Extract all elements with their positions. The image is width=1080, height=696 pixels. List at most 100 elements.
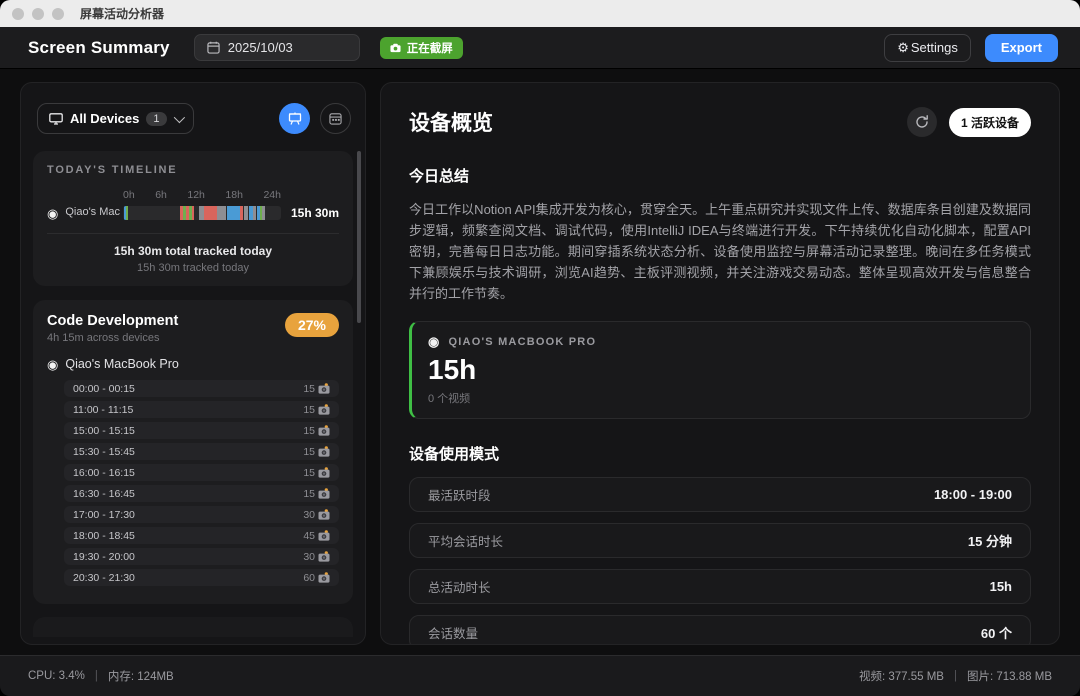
- session-time-range: 15:00 - 15:15: [73, 425, 135, 437]
- session-row[interactable]: 15:00 - 15:15 15: [64, 422, 339, 439]
- content-area: All Devices 1 TODAY'S TIMELINE: [0, 69, 1080, 645]
- session-minutes: 15: [303, 467, 315, 479]
- hour-label: 0h: [123, 189, 135, 201]
- gear-icon: ⚙: [897, 40, 909, 56]
- timeline-device-name: Qiao's Mac: [65, 206, 120, 220]
- stat-label: 会话数量: [428, 623, 478, 642]
- recording-status-badge: 正在截屏: [380, 37, 463, 59]
- refresh-icon: [915, 115, 929, 129]
- minimize-window-icon[interactable]: [32, 8, 44, 20]
- active-devices-badge: 1 活跃设备: [949, 108, 1031, 137]
- session-row[interactable]: 16:30 - 16:45 15: [64, 485, 339, 502]
- session-time-range: 18:00 - 18:45: [73, 530, 135, 542]
- zoom-window-icon[interactable]: [52, 8, 64, 20]
- sidebar-scrollbar[interactable]: [357, 151, 361, 323]
- app-window: 屏幕活动分析器 Screen Summary 2025/10/03 正在截屏 ⚙…: [0, 0, 1080, 696]
- device-card-name: QIAO'S MACBOOK PRO: [449, 336, 597, 348]
- date-picker[interactable]: 2025/10/03: [194, 34, 360, 61]
- settings-button[interactable]: ⚙Settings: [884, 34, 971, 62]
- session-row[interactable]: 15:30 - 15:45 15: [64, 443, 339, 460]
- session-time-range: 11:00 - 11:15: [73, 404, 133, 416]
- camera-icon: [318, 446, 330, 457]
- footer-separator: |: [954, 670, 957, 682]
- timeline-segment: [217, 206, 226, 220]
- device-card-videos: 0 个视频: [428, 390, 1014, 406]
- image-storage: 图片: 713.88 MB: [967, 668, 1052, 684]
- device-count-badge: 1: [146, 112, 166, 126]
- device-card-hours: 15h: [428, 354, 1014, 386]
- stat-value: 60 个: [981, 623, 1012, 642]
- activity-device-row[interactable]: ◉ Qiao's MacBook Pro: [47, 357, 339, 371]
- calendar-icon: [207, 41, 220, 54]
- session-minutes: 15: [303, 446, 315, 458]
- summary-title: 今日总结: [409, 165, 1031, 186]
- window-title: 屏幕活动分析器: [80, 5, 164, 22]
- timeline-segment: [227, 206, 231, 220]
- timeline-segment: [231, 206, 234, 220]
- session-minutes: 15: [303, 425, 315, 437]
- monitor-icon: [49, 113, 63, 125]
- page-title: Screen Summary: [28, 38, 170, 58]
- close-window-icon[interactable]: [12, 8, 24, 20]
- stat-label: 平均会话时长: [428, 531, 503, 550]
- session-time-range: 00:00 - 00:15: [73, 383, 135, 395]
- timeline-duration: 15h 30m: [281, 206, 339, 220]
- session-minutes: 15: [303, 383, 315, 395]
- session-time-range: 16:30 - 16:45: [73, 488, 135, 500]
- export-button[interactable]: Export: [985, 34, 1058, 62]
- recording-status-label: 正在截屏: [407, 40, 453, 56]
- calendar-view-button[interactable]: [320, 103, 351, 134]
- screen-capture-icon: [390, 43, 401, 53]
- record-icon: ◉: [428, 335, 441, 348]
- stat-value: 18:00 - 19:00: [934, 487, 1012, 502]
- session-row[interactable]: 16:00 - 16:15 15: [64, 464, 339, 481]
- stat-row: 总活动时长 15h: [409, 569, 1031, 604]
- activity-title: Code Development: [47, 313, 178, 329]
- timeline-device-row[interactable]: ◉ Qiao's Mac 15h 30m: [47, 206, 339, 220]
- summary-text: 今日工作以Notion API集成开发为核心，贯穿全天。上午重点研究并实现文件上…: [409, 199, 1031, 304]
- session-row[interactable]: 20:30 - 21:30 60: [64, 569, 339, 586]
- camera-icon: [318, 383, 330, 394]
- camera-icon: [318, 572, 330, 583]
- session-minutes: 60: [303, 572, 315, 584]
- session-row[interactable]: 18:00 - 18:45 45: [64, 527, 339, 544]
- hour-label: 24h: [263, 189, 281, 201]
- session-time-range: 15:30 - 15:45: [73, 446, 135, 458]
- session-time-range: 16:00 - 16:15: [73, 467, 135, 479]
- sidebar-panel: All Devices 1 TODAY'S TIMELINE: [20, 82, 366, 645]
- device-stat-card[interactable]: ◉ QIAO'S MACBOOK PRO 15h 0 个视频: [409, 321, 1031, 419]
- session-time-range: 20:30 - 21:30: [73, 572, 135, 584]
- device-filter-dropdown[interactable]: All Devices 1: [37, 103, 194, 134]
- camera-icon: [318, 425, 330, 436]
- stat-value: 15h: [990, 579, 1012, 594]
- session-row[interactable]: 00:00 - 00:15 15: [64, 380, 339, 397]
- timeline-bar: [123, 206, 281, 220]
- presentation-board-icon: [288, 112, 302, 126]
- timeline-title: TODAY'S TIMELINE: [47, 164, 339, 176]
- timeline-segment: [262, 206, 265, 220]
- session-minutes: 15: [303, 488, 315, 500]
- timeline-view-button[interactable]: [279, 103, 310, 134]
- record-icon: ◉: [47, 207, 58, 220]
- header: Screen Summary 2025/10/03 正在截屏 ⚙Settings…: [0, 27, 1080, 69]
- hour-label: 12h: [187, 189, 205, 201]
- session-row[interactable]: 17:00 - 17:30 30: [64, 506, 339, 523]
- session-row[interactable]: 19:30 - 20:00 30: [64, 548, 339, 565]
- stat-row: 平均会话时长 15 分钟: [409, 523, 1031, 558]
- device-overview-panel: 设备概览 1 活跃设备 今日总结 今日工作以Notion API集成开发为核心，…: [380, 82, 1060, 645]
- video-storage: 视频: 377.55 MB: [859, 668, 944, 684]
- chevron-down-icon: [173, 111, 184, 122]
- traffic-lights[interactable]: [12, 8, 64, 20]
- session-minutes: 45: [303, 530, 315, 542]
- hour-label: 6h: [155, 189, 167, 201]
- timeline-segment: [192, 206, 195, 220]
- camera-icon: [318, 488, 330, 499]
- session-row[interactable]: 11:00 - 11:15 15: [64, 401, 339, 418]
- record-icon: ◉: [47, 358, 58, 371]
- camera-icon: [318, 509, 330, 520]
- session-list: 00:00 - 00:15 15 11:00 - 11:15 15: [64, 380, 339, 586]
- titlebar: 屏幕活动分析器: [0, 0, 1080, 27]
- refresh-button[interactable]: [907, 107, 937, 137]
- status-bar: CPU: 3.4% | 内存: 124MB 视频: 377.55 MB | 图片…: [0, 655, 1080, 696]
- timeline-total-primary: 15h 30m total tracked today: [47, 244, 339, 258]
